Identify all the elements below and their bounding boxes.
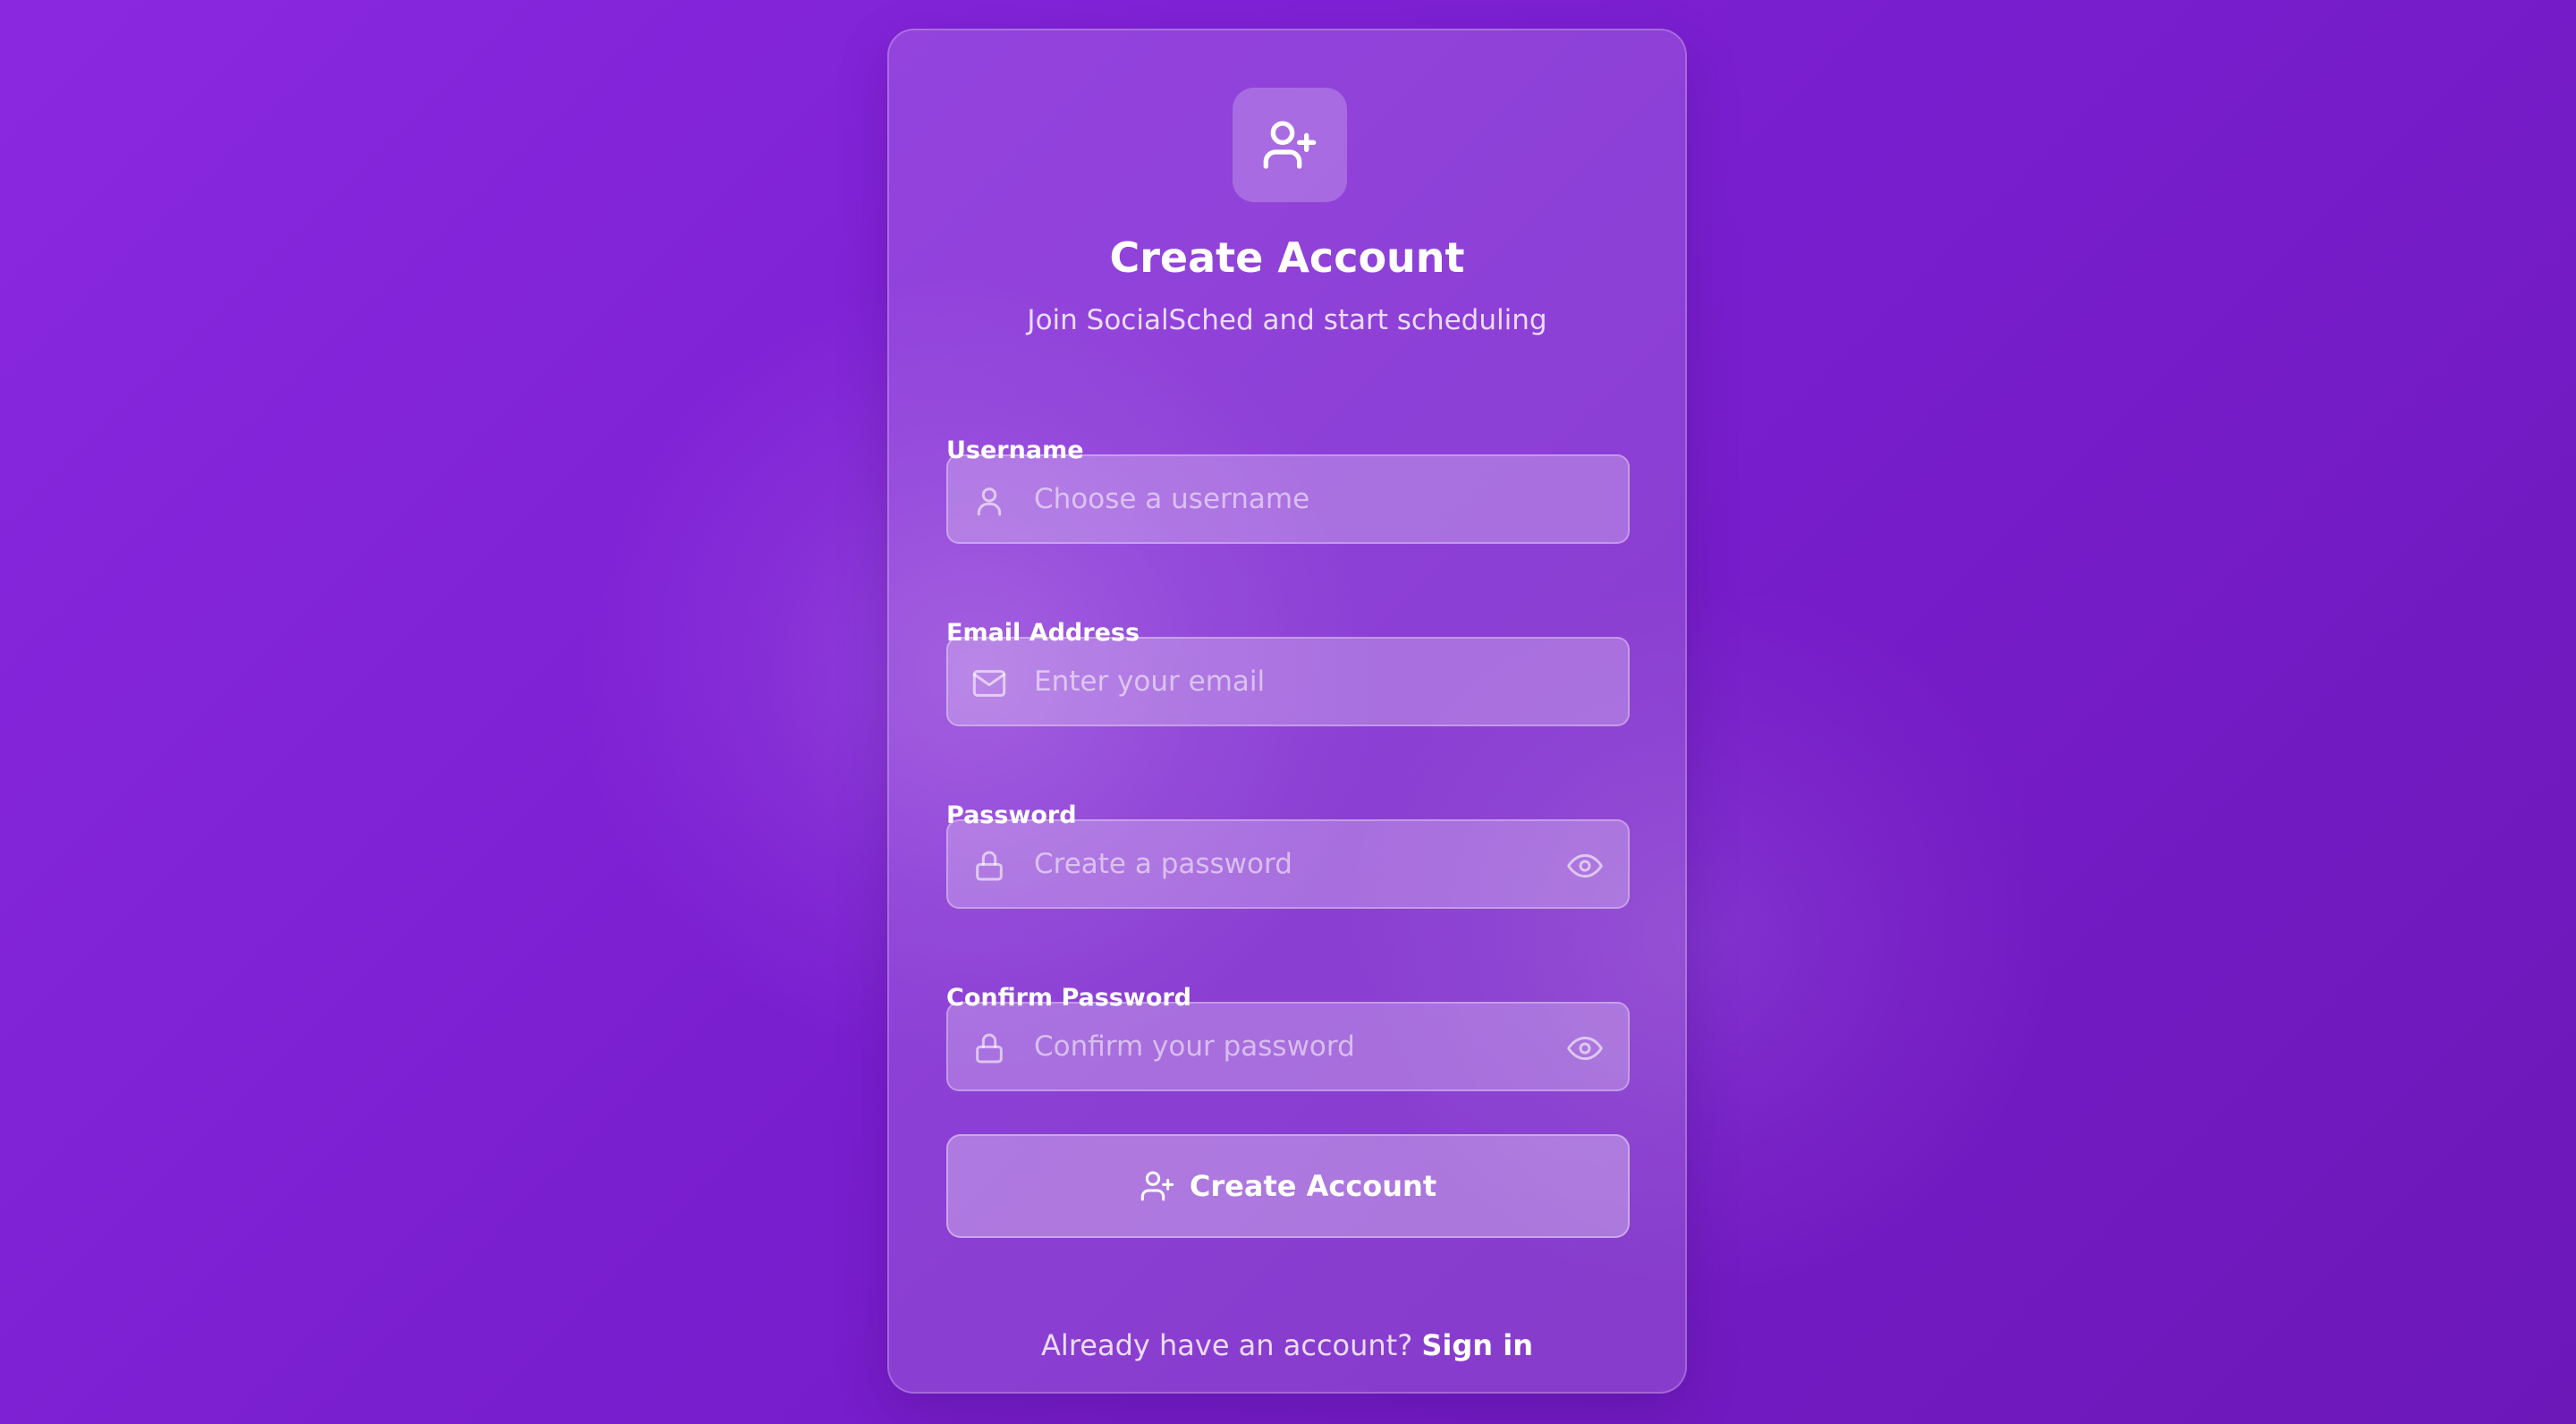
- confirm-password-field[interactable]: [946, 1002, 1630, 1091]
- logo-badge: [1233, 88, 1347, 202]
- password-input[interactable]: [1034, 821, 1535, 907]
- page-subtitle: Join SocialSched and start scheduling: [1027, 304, 1547, 336]
- username-input[interactable]: [1034, 456, 1535, 542]
- create-account-button-label: Create Account: [1189, 1169, 1437, 1203]
- user-icon: [977, 487, 1002, 516]
- mail-icon: [972, 670, 1006, 697]
- signin-question: Already have an account?: [1041, 1328, 1413, 1362]
- eye-icon[interactable]: [1567, 848, 1603, 884]
- sign-in-link[interactable]: Sign in: [1421, 1328, 1533, 1362]
- create-account-button[interactable]: Create Account: [946, 1134, 1630, 1238]
- user-plus-icon: [1263, 121, 1317, 169]
- confirm-password-input[interactable]: [1034, 1004, 1535, 1089]
- lock-icon: [976, 1033, 1003, 1064]
- user-plus-icon: [1140, 1171, 1174, 1201]
- signup-card: Create Account Join SocialSched and star…: [887, 29, 1687, 1394]
- signin-prompt: Already have an account? Sign in: [889, 1326, 1685, 1365]
- page-title: Create Account: [1109, 233, 1465, 282]
- username-field[interactable]: [946, 454, 1630, 544]
- eye-icon[interactable]: [1567, 1030, 1603, 1066]
- password-field[interactable]: [946, 819, 1630, 909]
- email-field[interactable]: [946, 637, 1630, 726]
- lock-icon: [976, 851, 1003, 881]
- email-input[interactable]: [1034, 639, 1535, 725]
